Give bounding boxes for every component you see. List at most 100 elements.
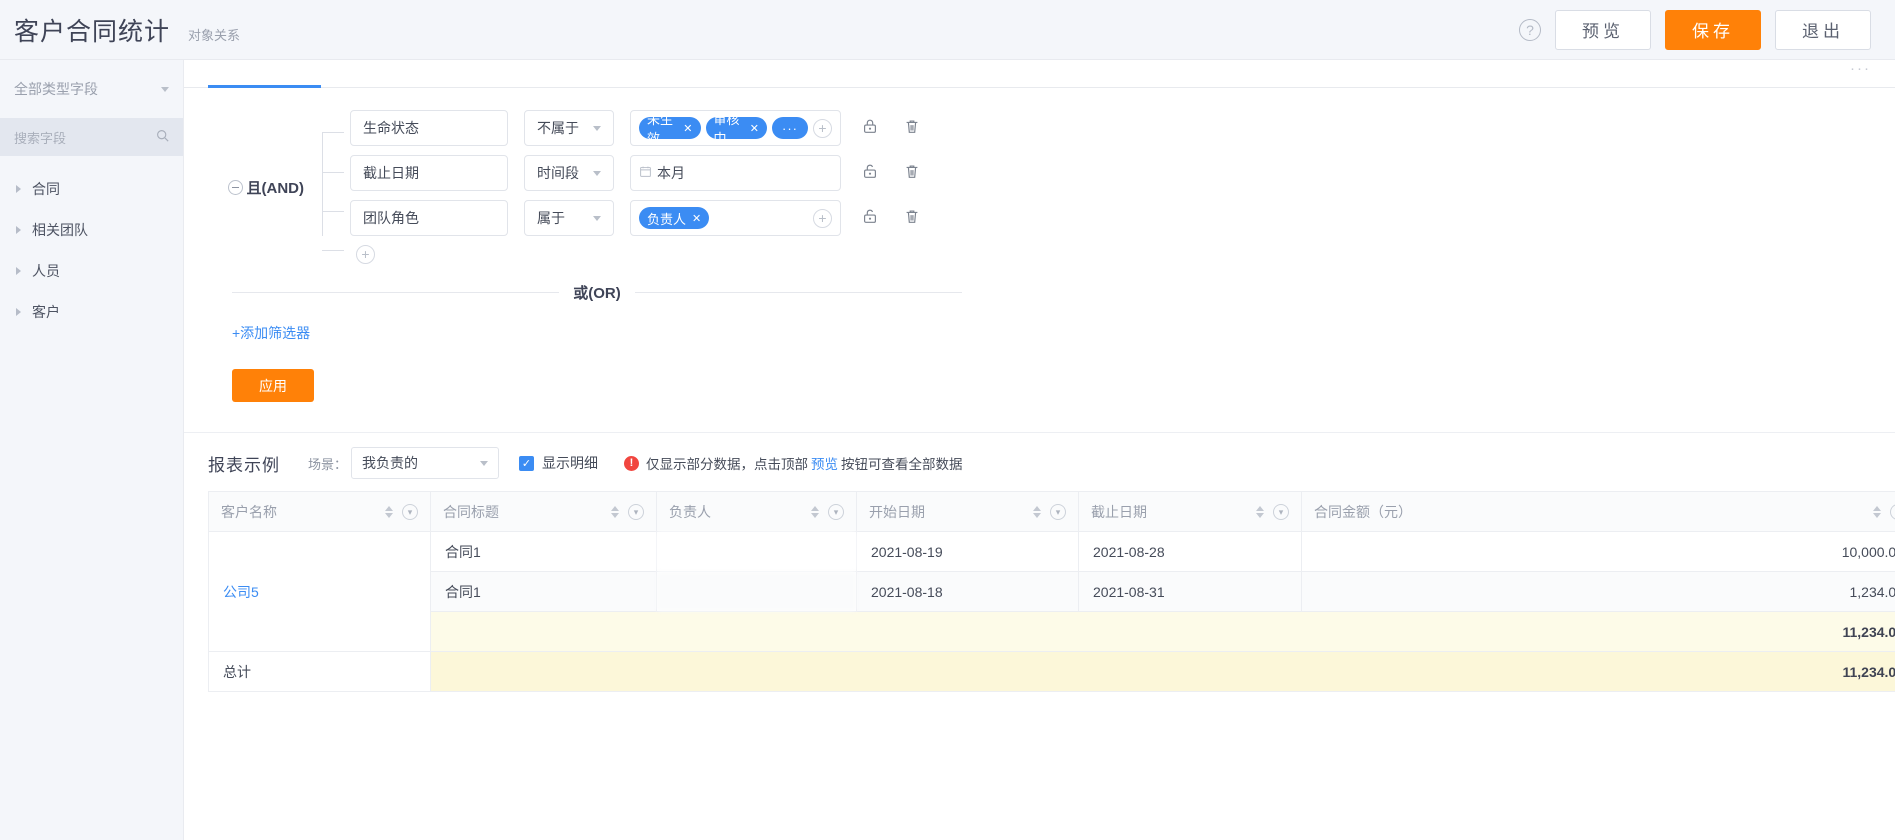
triangle-right-icon [16,225,21,234]
condition-operator-label: 不属于 [537,120,579,136]
customer-name-cell[interactable]: 公司5 [208,531,431,652]
value-tag-label: 审核中 [713,112,740,146]
column-header-contract[interactable]: 合同标题 ▾ [430,491,657,532]
condition-field-select[interactable]: 生命状态 [350,110,508,146]
column-menu-icon[interactable]: ▾ [1273,503,1289,520]
report-designer-page: 客户合同统计 对象关系 ? 预览 保存 退出 全部类型字段 搜索字段 合同 相关… [0,0,1895,840]
sidebar-item-person[interactable]: 人员 [0,250,183,291]
column-header-customer[interactable]: 客户名称 ▾ [208,491,431,532]
add-condition-button[interactable]: + [356,245,375,264]
condition-operator-select[interactable]: 不属于 [524,110,614,146]
warning-prefix: 仅显示部分数据，点击顶部 [646,457,809,472]
apply-button[interactable]: 应用 [232,369,314,402]
help-icon[interactable]: ? [1519,18,1541,41]
preview-button[interactable]: 预览 [1555,9,1651,50]
add-value-icon[interactable]: + [813,118,832,138]
column-header-start-date[interactable]: 开始日期 ▾ [856,491,1079,532]
scene-label: 场景： [308,456,348,472]
column-menu-icon[interactable]: ▾ [402,503,418,520]
title-wrap: 客户合同统计 对象关系 [14,12,240,48]
collapse-minus-icon[interactable] [227,179,243,195]
alert-icon: ! [624,455,640,471]
app-header: 客户合同统计 对象关系 ? 预览 保存 退出 [0,0,1895,60]
column-menu-icon[interactable]: ▾ [628,503,644,520]
lock-open-icon[interactable] [861,162,883,184]
show-detail-label: 显示明细 [542,455,599,471]
field-type-select[interactable]: 全部类型字段 [0,60,183,118]
group-subtotal-cell: 11,234.00 [430,611,1895,652]
condition-value-date[interactable]: 本月 [630,155,841,191]
sidebar-item-team[interactable]: 相关团队 [0,209,183,250]
value-tag: 未生效 ✕ [639,112,701,146]
condition-value-label: 本月 [657,165,685,181]
sort-toggle-icon[interactable] [1256,505,1264,518]
tab-overflow-icon[interactable]: ··· [1850,60,1871,77]
column-menu-icon[interactable]: ▾ [1050,503,1066,520]
sidebar-item-contract[interactable]: 合同 [0,168,183,209]
trash-icon[interactable] [903,117,925,139]
header-actions: ? 预览 保存 退出 [1519,9,1871,50]
total-amount-cell: 11,234.00 [430,651,1895,692]
and-label-col: 且(AND) [208,110,312,264]
add-value-icon[interactable]: + [813,208,832,228]
column-header-amount[interactable]: 合同金额（元） ▾ [1301,491,1895,532]
condition-field-select[interactable]: 团队角色 [350,200,508,236]
remove-tag-icon[interactable]: ✕ [750,122,759,135]
active-tab-indicator [208,85,321,88]
scene-select[interactable]: 我负责的 [351,447,500,479]
column-menu-icon[interactable]: ▾ [1890,503,1895,520]
show-detail-checkbox[interactable]: ✓ 显示明细 [519,453,598,473]
column-header-end-date[interactable]: 截止日期 ▾ [1078,491,1302,532]
lock-open-icon[interactable] [861,207,883,229]
warning-preview-link[interactable]: 预览 [811,453,838,473]
column-label: 客户名称 [221,503,277,520]
start-date-cell: 2021-08-18 [856,571,1079,612]
sort-toggle-icon[interactable] [1873,505,1881,518]
chevron-down-icon [593,125,601,131]
remove-tag-icon[interactable]: ✕ [683,122,692,135]
sidebar-item-label: 合同 [32,180,60,197]
condition-field-select[interactable]: 截止日期 [350,155,508,191]
trash-icon[interactable] [903,207,925,229]
main-panel: ··· 且(AND) 生命状态 不属于 未生效 ✕ 审核中 ✕ ··· + 截止… [184,60,1895,840]
sidebar-item-label: 相关团队 [32,221,88,238]
sort-toggle-icon[interactable] [611,505,619,518]
condition-operator-select[interactable]: 属于 [524,200,614,236]
condition-row: 生命状态 不属于 未生效 ✕ 审核中 ✕ ··· + [350,110,1871,146]
condition-operator-label: 时间段 [537,165,579,181]
and-group-toggle[interactable]: 且(AND) [227,177,305,198]
table-row: 公司5 合同1 2021-08-19 2021-08-28 10,000.00 [208,531,1895,652]
search-icon [156,129,169,145]
exit-button[interactable]: 退出 [1775,9,1871,50]
remove-tag-icon[interactable]: ✕ [692,212,701,225]
condition-value-tags[interactable]: 负责人 ✕ + [630,200,841,236]
condition-operator-select[interactable]: 时间段 [524,155,614,191]
page-subtitle: 对象关系 [188,27,241,43]
amount-cell: 10,000.00 [1301,531,1895,572]
field-search-input[interactable]: 搜索字段 [0,118,183,156]
calendar-icon [639,165,652,181]
partial-data-warning: ! 仅显示部分数据，点击顶部 预览 按钮可查看全部数据 [624,453,963,473]
sort-toggle-icon[interactable] [385,505,393,518]
save-button[interactable]: 保存 [1665,9,1761,50]
chevron-down-icon [480,460,489,466]
page-title: 客户合同统计 [14,17,171,46]
value-tag-more[interactable]: ··· [772,117,808,139]
condition-value-tags[interactable]: 未生效 ✕ 审核中 ✕ ··· + [630,110,841,146]
trash-icon[interactable] [903,162,925,184]
sort-toggle-icon[interactable] [1033,505,1041,518]
column-header-owner[interactable]: 负责人 ▾ [656,491,857,532]
divider-line-left [232,292,560,293]
add-filter-link[interactable]: +添加筛选器 [232,323,310,343]
total-label-cell: 总计 [208,651,431,692]
and-group-label: 且(AND) [246,179,305,197]
group-bracket [312,110,350,264]
sidebar-item-customer[interactable]: 客户 [0,291,183,332]
table-row: 合同1 2021-08-18 2021-08-31 1,234.00 [209,571,1895,612]
value-tag: 审核中 ✕ [705,112,767,146]
divider-line-right [634,292,962,293]
lock-closed-icon[interactable] [861,117,883,139]
sort-toggle-icon[interactable] [811,505,819,518]
report-table: 客户名称 ▾ 合同标题 ▾ 负责人 ▾ 开始日期 ▾ 截止日期 ▾ 合同金额（元… [208,491,1895,692]
column-menu-icon[interactable]: ▾ [828,503,844,520]
